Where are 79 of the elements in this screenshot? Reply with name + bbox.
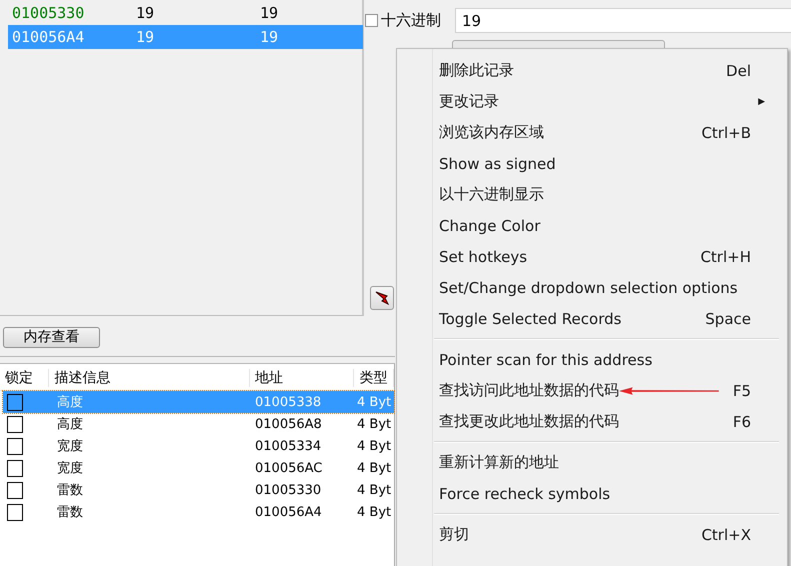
shortcut-text: Del xyxy=(726,62,751,80)
menu-item-label: 查找访问此地址数据的代码 xyxy=(439,381,619,400)
hex-label: 十六进制 xyxy=(381,11,442,30)
address-cell-text: 01005330 xyxy=(255,482,322,498)
column-header[interactable]: 描述信息 xyxy=(49,369,250,387)
menu-item[interactable]: Set/Change dropdown selection options xyxy=(397,272,787,303)
menu-item-label: 更改记录 xyxy=(439,92,500,111)
menu-item-label: Set/Change dropdown selection options xyxy=(439,278,739,296)
address-cell-text: 01005338 xyxy=(255,394,322,410)
shortcut-text: F6 xyxy=(732,412,751,430)
address-cell-text: 010056A8 xyxy=(255,416,323,432)
menu-item[interactable]: 查找更改此地址数据的代码 F6 xyxy=(397,406,787,437)
description-cell-text: 高度 xyxy=(57,416,84,433)
menu-item-label: 以十六进制显示 xyxy=(439,185,545,204)
menu-item-label: 查找更改此地址数据的代码 xyxy=(439,412,620,431)
lock-checkbox[interactable] xyxy=(7,438,23,454)
menu-item[interactable]: Force recheck symbols xyxy=(397,478,787,509)
hex-checkbox[interactable] xyxy=(365,14,378,27)
menu-item-label: Toggle Selected Records xyxy=(439,310,622,328)
submenu-arrow: ▶ xyxy=(758,96,765,106)
menu-item-label: Set hotkeys xyxy=(439,248,528,266)
shortcut-text: F5 xyxy=(732,382,751,400)
shortcut-text: Ctrl+X xyxy=(701,526,751,544)
shortcut-text: Space xyxy=(705,310,751,328)
menu-item[interactable]: Pointer scan for this address xyxy=(397,344,787,375)
menu-item-label: Show as signed xyxy=(439,154,557,172)
value-text: 19 xyxy=(135,28,156,46)
shortcut-text: Ctrl+H xyxy=(700,248,751,266)
result-row[interactable]: 01005330 19 19 xyxy=(8,1,363,25)
address-cell-text: 010056A4 xyxy=(255,504,323,520)
table-row[interactable]: 高度 010056A8 4 Byt xyxy=(3,413,394,435)
menu-item-label: Pointer scan for this address xyxy=(439,350,654,368)
lock-checkbox[interactable] xyxy=(7,394,23,410)
type-cell-text: 4 Byt xyxy=(357,438,392,454)
menu-item[interactable]: 以十六进制显示 xyxy=(397,179,787,210)
memory-view-button[interactable]: 内存查看 xyxy=(3,326,100,348)
value-field[interactable]: 19 xyxy=(455,8,791,33)
type-cell-text: 4 Byt xyxy=(357,482,392,498)
address-cell-text: 01005334 xyxy=(255,438,322,454)
description-cell-text: 宽度 xyxy=(57,438,84,455)
lock-checkbox[interactable] xyxy=(7,460,23,476)
type-cell-text: 4 Byt xyxy=(357,416,392,432)
value-text: 19 xyxy=(135,4,156,22)
type-cell-text: 4 Byt xyxy=(357,394,392,410)
type-cell-text: 4 Byt xyxy=(357,504,392,520)
menu-item[interactable]: 删除此记录 Del xyxy=(397,55,787,86)
address-text: 010056A4 xyxy=(11,28,86,46)
column-header[interactable]: 地址 xyxy=(250,369,354,387)
menu-item[interactable]: 查找访问此地址数据的代码 F5 xyxy=(397,375,787,406)
menu-item[interactable]: Change Color xyxy=(397,210,787,241)
menu-item-label: 删除此记录 xyxy=(439,61,515,80)
menu-item-label: 浏览该内存区域 xyxy=(439,123,545,142)
description-cell-text: 雷数 xyxy=(57,504,84,521)
description-cell-text: 高度 xyxy=(57,394,84,411)
address-cell-text: 010056AC xyxy=(255,460,324,476)
menu-item-label: Change Color xyxy=(439,216,542,234)
menu-item-label: 剪切 xyxy=(439,525,470,544)
column-header[interactable]: 类型 xyxy=(354,369,394,387)
menu-item[interactable]: Show as signed xyxy=(397,148,787,179)
menu-item[interactable]: 重新计算新的地址 xyxy=(397,447,787,478)
lock-checkbox[interactable] xyxy=(7,482,23,498)
menu-item[interactable]: 剪切 Ctrl+X xyxy=(397,519,787,550)
menu-item[interactable]: 更改记录 ▶ xyxy=(397,86,787,117)
add-address-button[interactable] xyxy=(370,286,394,310)
description-cell-text: 宽度 xyxy=(57,460,84,477)
menu-item-label: 重新计算新的地址 xyxy=(439,453,560,472)
menu-item[interactable]: Set hotkeys Ctrl+H xyxy=(397,241,787,272)
menu-item[interactable]: Toggle Selected Records Space xyxy=(397,303,787,334)
type-cell-text: 4 Byt xyxy=(357,460,392,476)
previous-value-text: 19 xyxy=(259,28,280,46)
menu-item[interactable]: 浏览该内存区域 Ctrl+B xyxy=(397,117,787,148)
shortcut-text: Ctrl+B xyxy=(701,124,751,142)
previous-value-text: 19 xyxy=(259,4,280,22)
address-text: 01005330 xyxy=(11,4,86,22)
description-cell-text: 雷数 xyxy=(57,482,84,499)
lock-checkbox[interactable] xyxy=(7,416,23,432)
column-header[interactable]: 锁定 xyxy=(0,369,50,387)
lock-checkbox[interactable] xyxy=(7,504,23,520)
menu-item-label: Force recheck symbols xyxy=(439,484,612,502)
